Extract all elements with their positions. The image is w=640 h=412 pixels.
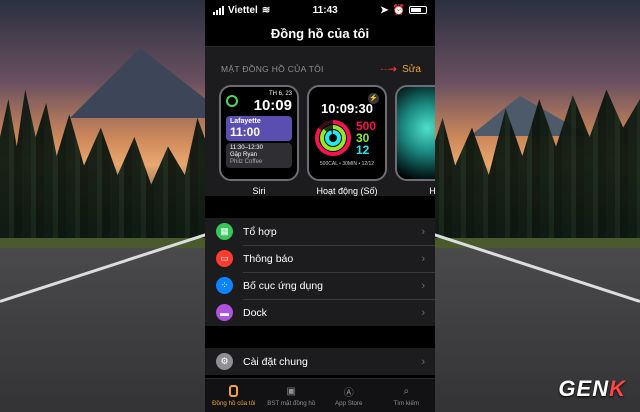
stand-value: 12 — [356, 143, 370, 157]
menu-item-app-layout[interactable]: ⁘ Bố cục ứng dụng › — [205, 272, 435, 299]
watch-face-siri[interactable]: TH 6, 23 10:09 Lafayette 11:00 11:30–12:… — [219, 85, 299, 196]
status-time: 11:43 — [312, 4, 338, 16]
page-title: Đồng hồ của tôi — [270, 25, 370, 41]
settings-list: ▦ Tổ hợp › ▭ Thông báo › ⁘ Bố cục ứng dụ… — [205, 218, 435, 326]
background-left — [0, 0, 210, 412]
card-time: 11:00 — [230, 125, 261, 139]
dock-icon: ▬ — [216, 304, 233, 321]
activity-ring-icon — [226, 95, 238, 107]
tab-face-gallery[interactable]: ▣ BST mặt đồng hồ — [263, 379, 321, 412]
menu-item-complications[interactable]: ▦ Tổ hợp › — [205, 218, 435, 245]
carrier-label: Viettel — [228, 4, 258, 16]
card-location: Lafayette — [230, 118, 261, 125]
chevron-right-icon: › — [421, 279, 425, 292]
status-bar: Viettel ≋ 11:43 ➤ ⏰ — [205, 0, 435, 20]
menu-item-general[interactable]: ⚙ Cài đặt chung › — [205, 348, 435, 375]
event-place: Philz Coffee — [230, 159, 263, 165]
tab-label: App Store — [334, 399, 363, 407]
phone-screen: Viettel ≋ 11:43 ➤ ⏰ Đồng hồ của tôi MẶT … — [205, 0, 435, 412]
face-time: 10:09 — [253, 97, 292, 114]
menu-item-dock[interactable]: ▬ Dock › — [205, 299, 435, 326]
app-store-icon: Ⓐ — [343, 387, 354, 399]
face-name: Hồ — [429, 186, 435, 196]
tab-label: Tìm kiếm — [393, 399, 419, 407]
watch-face-activity[interactable]: ⚡ 10:09:30 500 30 12 500CAL • 30MIN • 12… — [307, 85, 387, 196]
menu-item-notifications[interactable]: ▭ Thông báo › — [205, 245, 435, 272]
activity-footer: 500CAL • 30MIN • 12/12 — [319, 161, 375, 167]
annotation-arrow-icon: - - -➜ — [380, 63, 398, 74]
watch-face-third[interactable]: Hồ — [395, 85, 435, 196]
face-name: Siri — [252, 186, 266, 196]
tab-label: BST mặt đồng hồ — [267, 399, 316, 407]
gear-icon: ⚙ — [216, 353, 233, 370]
menu-item-label: Cài đặt chung — [243, 355, 308, 368]
chevron-right-icon: › — [421, 355, 425, 368]
grid-icon: ▦ — [216, 223, 233, 240]
tab-bar: Đồng hồ của tôi ▣ BST mặt đồng hồ Ⓐ App … — [205, 378, 435, 412]
tab-label: Đồng hồ của tôi — [212, 399, 256, 407]
running-icon: ⚡ — [368, 93, 379, 104]
tab-app-store[interactable]: Ⓐ App Store — [320, 379, 378, 412]
location-icon: ➤ — [380, 4, 389, 16]
general-list: ⚙ Cài đặt chung › — [205, 348, 435, 375]
menu-item-label: Tổ hợp — [243, 225, 277, 238]
alarm-icon: ⏰ — [392, 4, 405, 16]
tab-my-watch[interactable]: Đồng hồ của tôi — [205, 379, 263, 412]
event-title: Gặp Ryan — [230, 152, 258, 158]
background-right — [430, 0, 640, 412]
event-time: 11:30–12:30 — [230, 145, 263, 151]
genk-logo: GENK — [558, 376, 626, 401]
tab-search[interactable]: ⌕ Tìm kiếm — [378, 379, 436, 412]
watch-faces-section: MẶT ĐỒNG HỒ CỦA TÔI - - -➜ Sửa TH 6, 23 … — [205, 46, 435, 196]
app-layout-icon: ⁘ — [216, 277, 233, 294]
battery-icon — [408, 6, 427, 14]
calendar-icon: ▭ — [216, 250, 233, 267]
chevron-right-icon: › — [421, 306, 425, 319]
activity-rings-icon — [315, 120, 351, 156]
face-name: Hoạt động (Số) — [316, 186, 378, 196]
search-icon: ⌕ — [403, 385, 410, 397]
chevron-right-icon: › — [421, 225, 425, 238]
watch-icon — [227, 385, 240, 398]
edit-button[interactable]: Sửa — [402, 64, 421, 75]
menu-item-label: Bố cục ứng dụng — [243, 279, 324, 292]
face-gallery-icon: ▣ — [286, 385, 296, 397]
signal-icon — [213, 5, 224, 15]
wifi-icon: ≋ — [261, 4, 271, 16]
menu-item-label: Dock — [243, 306, 267, 319]
chevron-right-icon: › — [421, 252, 425, 265]
section-label: MẶT ĐỒNG HỒ CỦA TÔI — [221, 64, 324, 74]
menu-item-label: Thông báo — [243, 252, 294, 265]
